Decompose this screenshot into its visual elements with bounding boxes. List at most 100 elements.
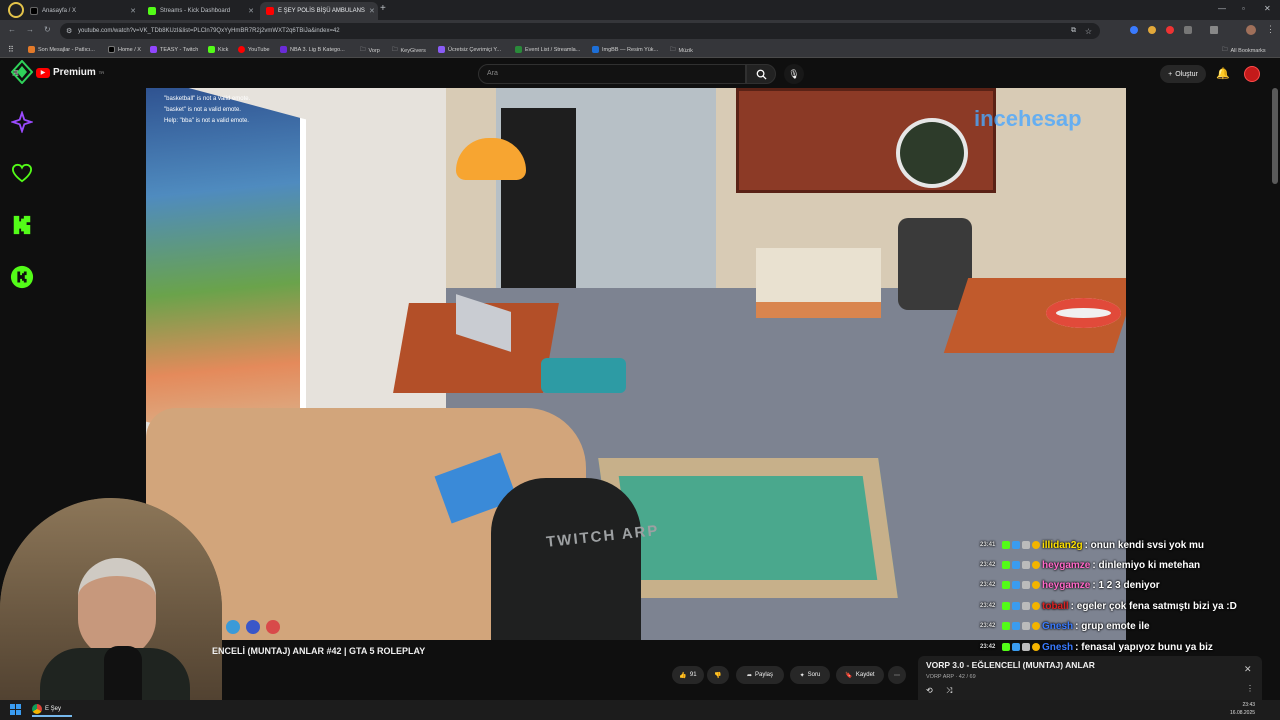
extension-icon[interactable] (1166, 26, 1174, 34)
bookmark-item[interactable]: TEASY - Twitch (150, 46, 198, 53)
forward-icon[interactable]: → (26, 25, 34, 34)
loop-icon[interactable]: ⟲ (926, 686, 933, 695)
close-tab-icon[interactable]: ✕ (369, 7, 375, 15)
bookmark-item[interactable]: Event List / Streamla... (515, 46, 580, 53)
bookmark-item[interactable]: Kick (208, 46, 228, 53)
playlist-panel[interactable]: VORP 3.0 - EĞLENCELİ (MUNTAJ) ANLAR VORP… (918, 656, 1262, 700)
extension-icon[interactable] (1130, 26, 1138, 34)
bookmark-label: Vorp (368, 47, 380, 54)
close-tab-icon[interactable]: ✕ (248, 7, 254, 15)
verified-badge-icon (1012, 643, 1020, 651)
maximize-icon[interactable]: ▫ (1242, 4, 1245, 13)
chat-message-text: : egeler çok fena satmıştı bizi ya :D (1070, 600, 1237, 612)
bookmark-favicon-icon (280, 46, 287, 53)
youtube-logo[interactable]: ▶ Premium TR (36, 67, 104, 78)
share-label: Paylaş (755, 672, 774, 678)
url-input[interactable]: ⚙ youtube.com/watch?v=VK_TDb8KUzI&list=P… (60, 23, 1100, 39)
bookmark-item[interactable]: YouTube (238, 46, 270, 53)
verified-badge-icon (1012, 602, 1020, 610)
taskbar-clock[interactable]: 23:43 16.08.2025 (1230, 701, 1255, 717)
dislike-button[interactable]: 👎 (707, 666, 729, 684)
page-scrollbar[interactable] (1272, 88, 1278, 184)
x-favicon-icon (30, 7, 38, 15)
more-actions-button[interactable]: ⋯ (888, 666, 906, 684)
all-bookmarks-button[interactable]: 🗀 All Bookmarks (1222, 46, 1266, 55)
sub-badge-icon (1022, 643, 1030, 651)
video-player[interactable]: incehesap TWITCH ARP "basketball" is not… (146, 88, 1126, 640)
reload-icon[interactable]: ↻ (44, 25, 51, 34)
back-icon[interactable]: ← (8, 25, 16, 34)
sub-badge-icon (1022, 581, 1030, 589)
kick-favicon-icon (148, 7, 156, 15)
ask-button[interactable]: ✦ Soru (790, 666, 830, 684)
sub-badge-icon (1022, 541, 1030, 549)
close-tab-icon[interactable]: ✕ (130, 7, 136, 15)
share-button[interactable]: ➦ Paylaş (736, 666, 784, 684)
tab-title: Anasayfa / X (42, 8, 77, 14)
bookmark-item[interactable]: 🗀 Vorp (360, 46, 380, 55)
plant-bowl (896, 118, 968, 188)
download-icon[interactable] (1210, 26, 1218, 34)
bookmark-item[interactable]: Home / X (108, 46, 141, 53)
bookmark-favicon-icon (150, 46, 157, 53)
watermark-text: incehesap (974, 106, 1082, 131)
channel-avatar[interactable] (1244, 66, 1260, 82)
shuffle-icon[interactable]: ⤨ (946, 686, 952, 696)
video-title: ENCELİ (MUNTAJ) ANLAR #42 | GTA 5 ROLEPL… (212, 646, 426, 656)
minimize-icon[interactable]: — (1218, 4, 1226, 13)
chat-username: illidan2g (1042, 539, 1083, 551)
voice-search-button[interactable]: 🎙 (784, 64, 804, 84)
chat-message: 23:42 heygamze : 1 2 3 deniyor (980, 576, 1160, 594)
search-button[interactable] (746, 64, 776, 84)
save-button[interactable]: 🔖 Kaydet (836, 666, 884, 684)
playlist-menu-icon[interactable]: ⋮ (1246, 684, 1254, 693)
profile-avatar-icon[interactable] (1246, 25, 1256, 35)
verified-badge-icon (1012, 622, 1020, 630)
bookmark-label: ImgBB — Resim Yük... (602, 46, 659, 53)
logo-text: Premium (53, 67, 96, 78)
chat-message-text: : fenasal yapıyoz bunu ya biz (1075, 641, 1213, 653)
gift-badge-icon (1032, 622, 1040, 630)
bookmark-favicon-icon (28, 46, 35, 53)
sub-badge-icon (1022, 622, 1030, 630)
bookmark-item[interactable]: ImgBB — Resim Yük... (592, 46, 658, 53)
bookmark-item[interactable]: Son Mesajlar - Patlıcı... (28, 46, 95, 53)
tab-youtube-active[interactable]: E ŞEY POLİS BİŞÜ AMBULANS ✕ (260, 2, 378, 20)
chat-username: heygamze (1042, 559, 1091, 571)
gift-badge-icon (1032, 602, 1040, 610)
extension-icon[interactable] (1148, 26, 1156, 34)
bookmark-item[interactable]: Ücretsiz Çevrimiçi Y... (438, 46, 501, 53)
extensions-puzzle-icon[interactable] (1184, 26, 1192, 34)
bookmark-label: Ücretsiz Çevrimiçi Y... (448, 46, 501, 53)
bookmark-star-icon[interactable]: ☆ (1085, 27, 1092, 36)
tab-x[interactable]: Anasayfa / X ✕ (24, 2, 142, 20)
gift-badge-icon (1032, 643, 1040, 651)
bookmark-item[interactable]: 🗀 KeyGivers (392, 46, 426, 55)
health-icon (266, 620, 280, 634)
bookmark-item[interactable]: 🗀 Müzik (670, 46, 693, 55)
windows-start-icon[interactable] (10, 704, 21, 715)
overlay-error-line: Help: "bba" is not a valid emote. (164, 118, 249, 124)
chat-timestamp: 23:42 (980, 623, 996, 629)
notifications-bell-icon[interactable]: 🔔 (1216, 67, 1230, 80)
close-window-icon[interactable]: ✕ (1264, 4, 1271, 13)
bookmark-label: TEASY - Twitch (160, 46, 199, 53)
tab-kick-dashboard[interactable]: Streams - Kick Dashboard ✕ (142, 2, 260, 20)
taskbar-chrome-app[interactable]: E Şey (32, 703, 72, 717)
bookmark-favicon-icon (592, 46, 599, 53)
like-button[interactable]: 👍 91 (672, 666, 704, 684)
menu-kebab-icon[interactable]: ⋮ (1266, 24, 1275, 35)
search-input[interactable]: Ara (478, 64, 746, 84)
chat-timestamp: 23:42 (980, 603, 996, 609)
create-button[interactable]: + Oluştur (1160, 65, 1206, 83)
apps-grid-icon[interactable]: ⠿ (8, 45, 14, 54)
bookmark-item[interactable]: NBA 3. Lig B Katego... (280, 46, 345, 53)
site-info-icon[interactable]: ⚙ (66, 27, 72, 35)
windows-taskbar: E Şey 23:43 16.08.2025 (0, 700, 1280, 720)
close-playlist-icon[interactable]: ✕ (1244, 664, 1252, 675)
install-app-icon[interactable]: ⧉ (1071, 27, 1076, 35)
tab-title: E ŞEY POLİS BİŞÜ AMBULANS (278, 8, 365, 14)
chrome-profile-icon[interactable] (8, 2, 24, 18)
new-tab-button[interactable]: + (380, 3, 386, 14)
playlist-subtitle: VORP ARP · 42 / 69 (926, 674, 976, 680)
